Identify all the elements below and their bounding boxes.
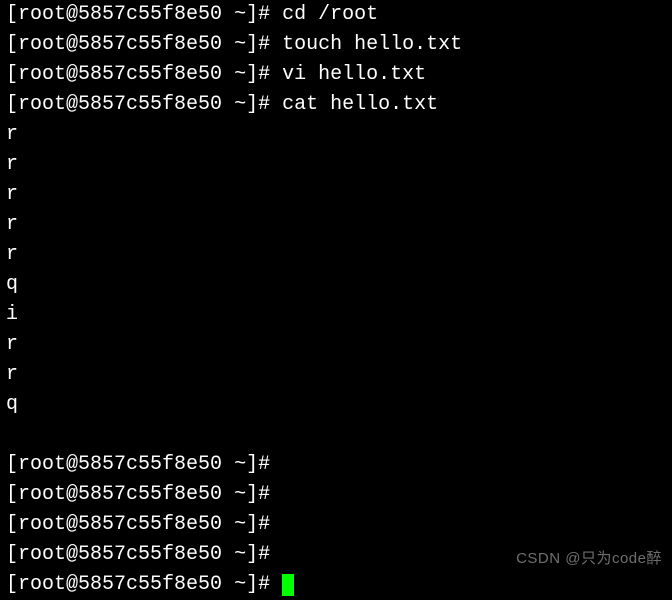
prompt-path: ~ xyxy=(234,483,246,506)
prompt-path: ~ xyxy=(234,63,246,86)
prompt-path: ~ xyxy=(234,543,246,566)
prompt-bracket-close: ] xyxy=(246,93,258,116)
prompt-user-host: root@5857c55f8e50 xyxy=(18,543,222,566)
empty-prompt-line: [root@5857c55f8e50 ~]# xyxy=(6,480,666,510)
empty-prompt-line: [root@5857c55f8e50 ~]# xyxy=(6,510,666,540)
command-text: touch hello.txt xyxy=(282,33,462,56)
prompt-user-host: root@5857c55f8e50 xyxy=(18,93,222,116)
prompt-symbol: # xyxy=(258,33,270,56)
output-line: q xyxy=(6,390,666,420)
prompt-symbol: # xyxy=(258,483,270,506)
prompt-bracket-close: ] xyxy=(246,573,258,596)
prompt-bracket-close: ] xyxy=(246,543,258,566)
output-line: r xyxy=(6,330,666,360)
prompt-bracket-close: ] xyxy=(246,3,258,26)
prompt-symbol: # xyxy=(258,453,270,476)
prompt-bracket-open: [ xyxy=(6,453,18,476)
prompt-symbol: # xyxy=(258,513,270,536)
cursor-block[interactable] xyxy=(282,574,294,596)
prompt-user-host: root@5857c55f8e50 xyxy=(18,513,222,536)
prompt-symbol: # xyxy=(258,63,270,86)
prompt-path: ~ xyxy=(234,3,246,26)
output-line: r xyxy=(6,150,666,180)
prompt-bracket-close: ] xyxy=(246,453,258,476)
prompt-user-host: root@5857c55f8e50 xyxy=(18,63,222,86)
empty-prompt-line: [root@5857c55f8e50 ~]# xyxy=(6,570,666,600)
output-line: r xyxy=(6,210,666,240)
output-line: r xyxy=(6,180,666,210)
terminal-output[interactable]: [root@5857c55f8e50 ~]# cd /root[root@585… xyxy=(6,0,666,600)
prompt-bracket-open: [ xyxy=(6,93,18,116)
prompt-path: ~ xyxy=(234,93,246,116)
output-line: i xyxy=(6,300,666,330)
prompt-user-host: root@5857c55f8e50 xyxy=(18,483,222,506)
command-text: cd /root xyxy=(282,3,378,26)
prompt-bracket-open: [ xyxy=(6,573,18,596)
prompt-user-host: root@5857c55f8e50 xyxy=(18,453,222,476)
prompt-symbol: # xyxy=(258,93,270,116)
command-line: [root@5857c55f8e50 ~]# vi hello.txt xyxy=(6,60,666,90)
prompt-bracket-open: [ xyxy=(6,483,18,506)
output-line: q xyxy=(6,270,666,300)
prompt-user-host: root@5857c55f8e50 xyxy=(18,3,222,26)
prompt-path: ~ xyxy=(234,33,246,56)
prompt-bracket-close: ] xyxy=(246,513,258,536)
output-line: r xyxy=(6,240,666,270)
prompt-bracket-open: [ xyxy=(6,543,18,566)
prompt-user-host: root@5857c55f8e50 xyxy=(18,573,222,596)
output-line: r xyxy=(6,360,666,390)
prompt-bracket-close: ] xyxy=(246,483,258,506)
command-line: [root@5857c55f8e50 ~]# cd /root xyxy=(6,0,666,30)
command-line: [root@5857c55f8e50 ~]# cat hello.txt xyxy=(6,90,666,120)
prompt-symbol: # xyxy=(258,543,270,566)
empty-prompt-line: [root@5857c55f8e50 ~]# xyxy=(6,450,666,480)
prompt-bracket-open: [ xyxy=(6,33,18,56)
prompt-path: ~ xyxy=(234,513,246,536)
prompt-symbol: # xyxy=(258,3,270,26)
prompt-path: ~ xyxy=(234,573,246,596)
command-line: [root@5857c55f8e50 ~]# touch hello.txt xyxy=(6,30,666,60)
prompt-bracket-open: [ xyxy=(6,63,18,86)
command-text: vi hello.txt xyxy=(282,63,426,86)
command-text: cat hello.txt xyxy=(282,93,438,116)
blank-line xyxy=(6,420,666,450)
prompt-bracket-close: ] xyxy=(246,33,258,56)
output-line: r xyxy=(6,120,666,150)
empty-prompt-line: [root@5857c55f8e50 ~]# xyxy=(6,540,666,570)
prompt-user-host: root@5857c55f8e50 xyxy=(18,33,222,56)
prompt-bracket-close: ] xyxy=(246,63,258,86)
prompt-path: ~ xyxy=(234,453,246,476)
prompt-symbol: # xyxy=(258,573,270,596)
prompt-bracket-open: [ xyxy=(6,3,18,26)
prompt-bracket-open: [ xyxy=(6,513,18,536)
